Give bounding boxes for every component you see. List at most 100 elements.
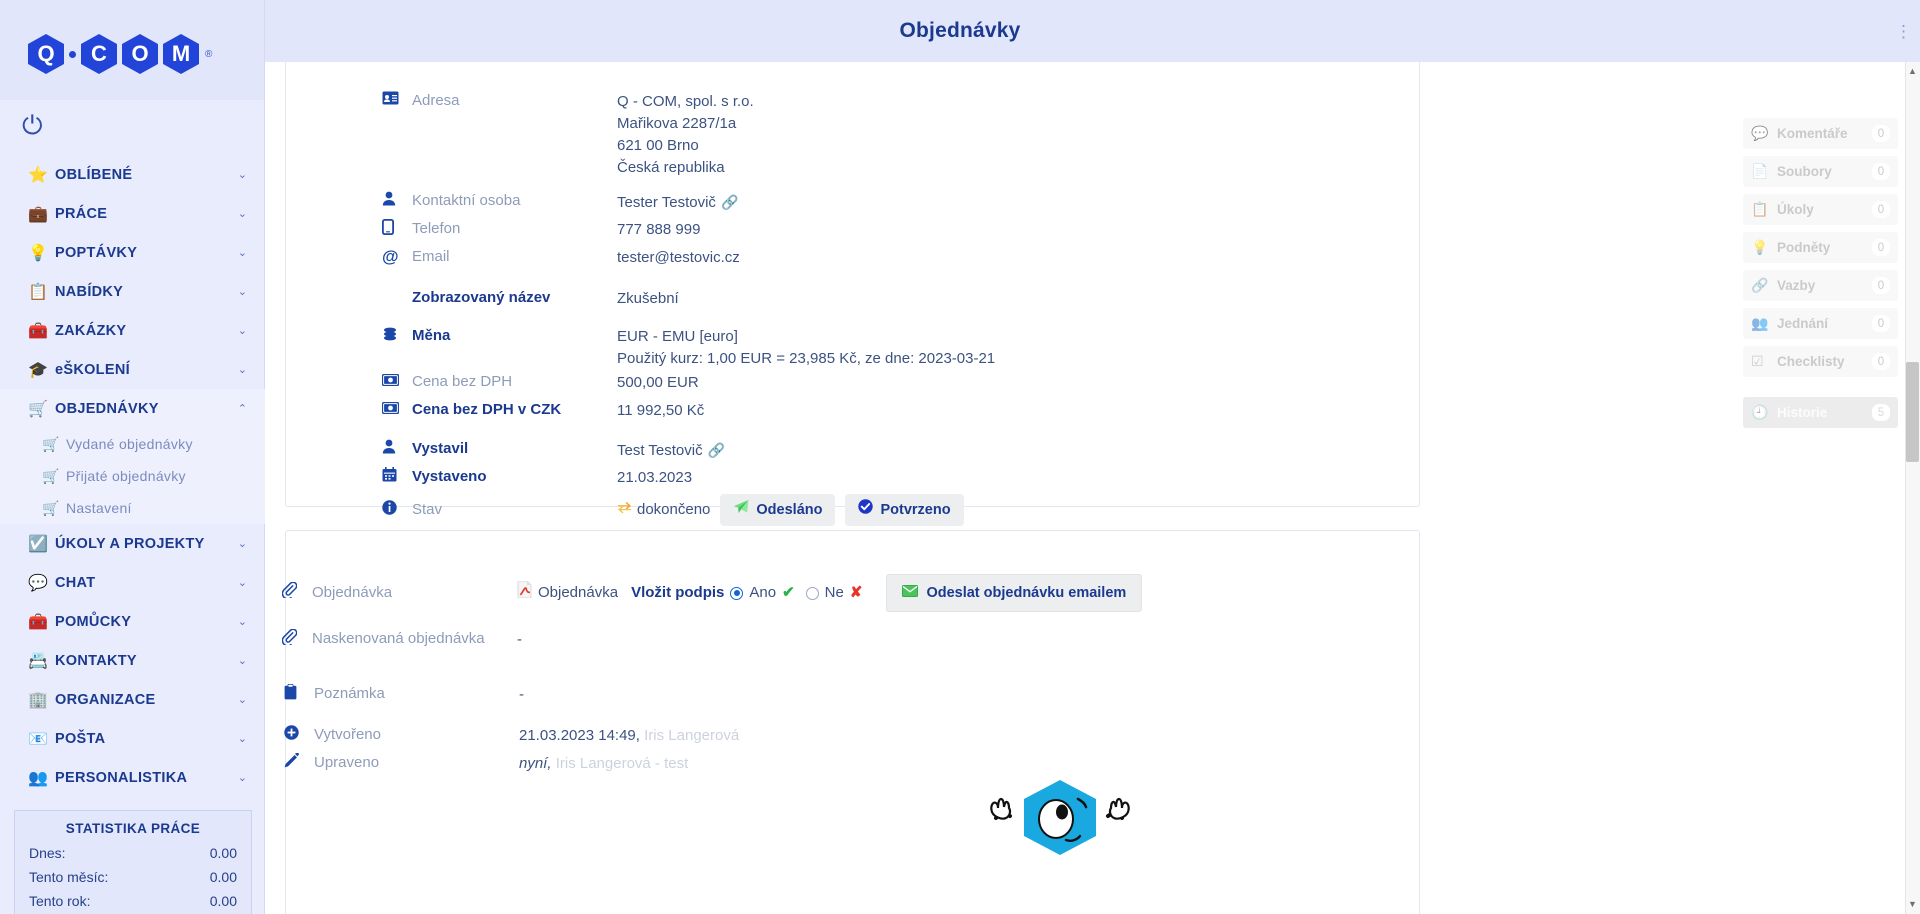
chevron-down-icon[interactable]: ⌄ <box>238 285 247 298</box>
address-value: Q - COM, spol. s r.o. Mařikova 2287/1a 6… <box>617 91 754 179</box>
work-statistics-title: STATISTIKA PRÁCE <box>65 821 201 836</box>
sidebar-item-label: NABÍDKY <box>55 283 124 300</box>
sidebar-item-label: ZAKÁZKY <box>55 322 127 339</box>
currency-value: EUR - EMU [euro] <box>617 328 738 345</box>
sidebar-item-objedn-vky[interactable]: 🛒 OBJEDNÁVKY ⌃ <box>0 389 265 428</box>
sidebar-item-nab-dky[interactable]: 📋 NABÍDKY ⌄ <box>0 272 265 311</box>
sidebar-item-e-kolen-[interactable]: 🎓 eŠKOLENÍ ⌄ <box>0 350 265 389</box>
right-panel-item-jedn-n-[interactable]: 👥 Jednání 0 <box>1743 308 1898 339</box>
sidebar-item-label: OBJEDNÁVKY <box>55 400 159 417</box>
right-panel-item-podn-ty[interactable]: 💡 Podněty 0 <box>1743 232 1898 263</box>
sidebar-item-icon: 🎓 <box>28 361 48 379</box>
sidebar-item--koly-a-projekty[interactable]: ☑️ ÚKOLY A PROJEKTY ⌄ <box>0 524 265 563</box>
right-panel-item--koly[interactable]: 📋 Úkoly 0 <box>1743 194 1898 225</box>
sidebar-item-obl-ben-[interactable]: ⭐ OBLÍBENÉ ⌄ <box>0 155 265 194</box>
sidebar-item-nastaven-[interactable]: 🛒 Nastavení <box>0 492 265 524</box>
sidebar-item-icon: ⭐ <box>28 166 48 184</box>
sidebar-item-chat[interactable]: 💬 CHAT ⌄ <box>0 563 265 602</box>
signature-yes-label[interactable]: Ano <box>749 582 776 604</box>
chevron-down-icon[interactable]: ⌄ <box>238 246 247 259</box>
right-panel-item-label: Úkoly <box>1777 202 1814 217</box>
sidebar-item-label: PRÁCE <box>55 205 108 222</box>
signature-no-label[interactable]: Ne <box>825 582 844 604</box>
link-icon[interactable]: 🔗 <box>721 194 738 210</box>
app-logo[interactable]: Q C O M ® <box>28 34 212 74</box>
right-panel-item-label: Podněty <box>1777 240 1831 255</box>
scroll-down-arrow[interactable]: ▼ <box>1906 897 1919 912</box>
work-statistics-row-value: 0.00 <box>209 893 237 909</box>
sidebar-item-pom-cky[interactable]: 🧰 POMŮCKY ⌄ <box>0 602 265 641</box>
order-attachment-label: Objednávka <box>312 584 393 601</box>
money-bill-czk-icon <box>382 400 412 420</box>
order-file-label[interactable]: Objednávka <box>538 582 618 604</box>
signature-yes-radio[interactable] <box>730 586 744 600</box>
sidebar-item-organizace[interactable]: 🏢 ORGANIZACE ⌄ <box>0 680 265 719</box>
sidebar-item-kontakty[interactable]: 📇 KONTAKTY ⌄ <box>0 641 265 680</box>
pdf-icon[interactable] <box>517 580 532 605</box>
power-icon[interactable]: ⏻ <box>22 112 43 138</box>
right-panel-item-koment-e[interactable]: 💬 Komentáře 0 <box>1743 118 1898 149</box>
phone-value: 777 888 999 <box>617 221 701 238</box>
right-panel-item-checklisty[interactable]: ☑ Checklisty 0 <box>1743 346 1898 377</box>
row-issued-by: Vystavil Test Testovič 🔗 <box>382 439 725 462</box>
right-panel-item-count: 0 <box>1872 353 1890 370</box>
send-order-email-button[interactable]: Odeslat objednávku emailem <box>886 574 1143 612</box>
mascot-character <box>980 772 1140 862</box>
badge-potvrzeno-label: Potvrzeno <box>880 502 951 518</box>
row-address: Adresa Q - COM, spol. s r.o. Mařikova 22… <box>382 91 754 179</box>
chevron-down-icon[interactable]: ⌄ <box>238 363 247 376</box>
email-value: tester@testovic.cz <box>617 249 740 266</box>
sidebar-item-personalistika[interactable]: 👥 PERSONALISTIKA ⌄ <box>0 758 265 797</box>
sidebar-item-label: CHAT <box>55 574 96 591</box>
comment-icon: 💬 <box>1751 125 1769 141</box>
sidebar-item-popt-vky[interactable]: 💡 POPTÁVKY ⌄ <box>0 233 265 272</box>
chevron-down-icon[interactable]: ⌄ <box>238 771 247 784</box>
row-note: Poznámka - <box>284 684 524 706</box>
share-nodes-icon: 🔗 <box>1751 277 1769 293</box>
chevron-down-icon[interactable]: ⌄ <box>238 168 247 181</box>
scrollbar-thumb[interactable] <box>1906 362 1919 462</box>
currency-label: Měna <box>412 327 451 344</box>
chevron-down-icon[interactable]: ⌄ <box>238 537 247 550</box>
badge-potvrzeno[interactable]: Potvrzeno <box>845 494 964 526</box>
sidebar-item-label: Přijaté objednávky <box>66 468 186 484</box>
right-panel-item-count: 5 <box>1872 404 1890 421</box>
row-issued-on: Vystaveno 21.03.2023 <box>382 467 692 489</box>
chevron-up-icon[interactable]: ⌃ <box>238 402 247 415</box>
page-title: Objednávky <box>899 19 1021 42</box>
sidebar-item-label: ORGANIZACE <box>55 691 156 708</box>
chevron-down-icon[interactable]: ⌄ <box>238 654 247 667</box>
chevron-down-icon[interactable]: ⌄ <box>238 207 247 220</box>
right-panel-item-soubory[interactable]: 📄 Soubory 0 <box>1743 156 1898 187</box>
pdf-file-icon: 📄 <box>1751 163 1769 179</box>
signature-no-radio[interactable] <box>805 586 819 600</box>
right-panel-item-label: Historie <box>1777 405 1828 420</box>
sidebar-item-vydan-objedn-vky[interactable]: 🛒 Vydané objednávky <box>0 428 265 460</box>
work-statistics-row-value: 0.00 <box>209 845 237 861</box>
link-icon[interactable]: 🔗 <box>708 442 725 458</box>
chevron-down-icon[interactable]: ⌄ <box>238 576 247 589</box>
sidebar-item-label: POŠTA <box>55 730 106 747</box>
sidebar-item-po-ta[interactable]: 📧 POŠTA ⌄ <box>0 719 265 758</box>
sidebar-item-zak-zky[interactable]: 🧰 ZAKÁZKY ⌄ <box>0 311 265 350</box>
right-panel-item-vazby[interactable]: 🔗 Vazby 0 <box>1743 270 1898 301</box>
page-scrollbar[interactable]: ▲ ▼ <box>1905 62 1920 914</box>
scroll-up-arrow[interactable]: ▲ <box>1906 64 1919 79</box>
topbar-menu-icon[interactable]: ⋮ <box>1895 22 1914 42</box>
chevron-down-icon[interactable]: ⌄ <box>238 615 247 628</box>
right-panel-item-historie[interactable]: 🕘 Historie 5 <box>1743 397 1898 428</box>
chevron-down-icon[interactable]: ⌄ <box>238 693 247 706</box>
currency-rate: Použitý kurz: 1,00 EUR = 23,985 Kč, ze d… <box>617 350 996 367</box>
sidebar-item-p-ijat-objedn-vky[interactable]: 🛒 Přijaté objednávky <box>0 460 265 492</box>
row-email: @ Email tester@testovic.cz <box>382 247 740 269</box>
address-line-3: 621 00 Brno <box>617 137 699 154</box>
contact-person-value: Tester Testovič 🔗 <box>617 191 738 214</box>
badge-odeslano[interactable]: Odesláno <box>720 494 836 526</box>
chevron-down-icon[interactable]: ⌄ <box>238 324 247 337</box>
currency-value-block: EUR - EMU [euro] Použitý kurz: 1,00 EUR … <box>617 326 995 370</box>
issued-on-value: 21.03.2023 <box>617 469 693 486</box>
chevron-down-icon[interactable]: ⌄ <box>238 732 247 745</box>
display-name-label: Zobrazovaný název <box>412 289 551 306</box>
contact-person-label: Kontaktní osoba <box>412 192 521 209</box>
sidebar-item-pr-ce[interactable]: 💼 PRÁCE ⌄ <box>0 194 265 233</box>
